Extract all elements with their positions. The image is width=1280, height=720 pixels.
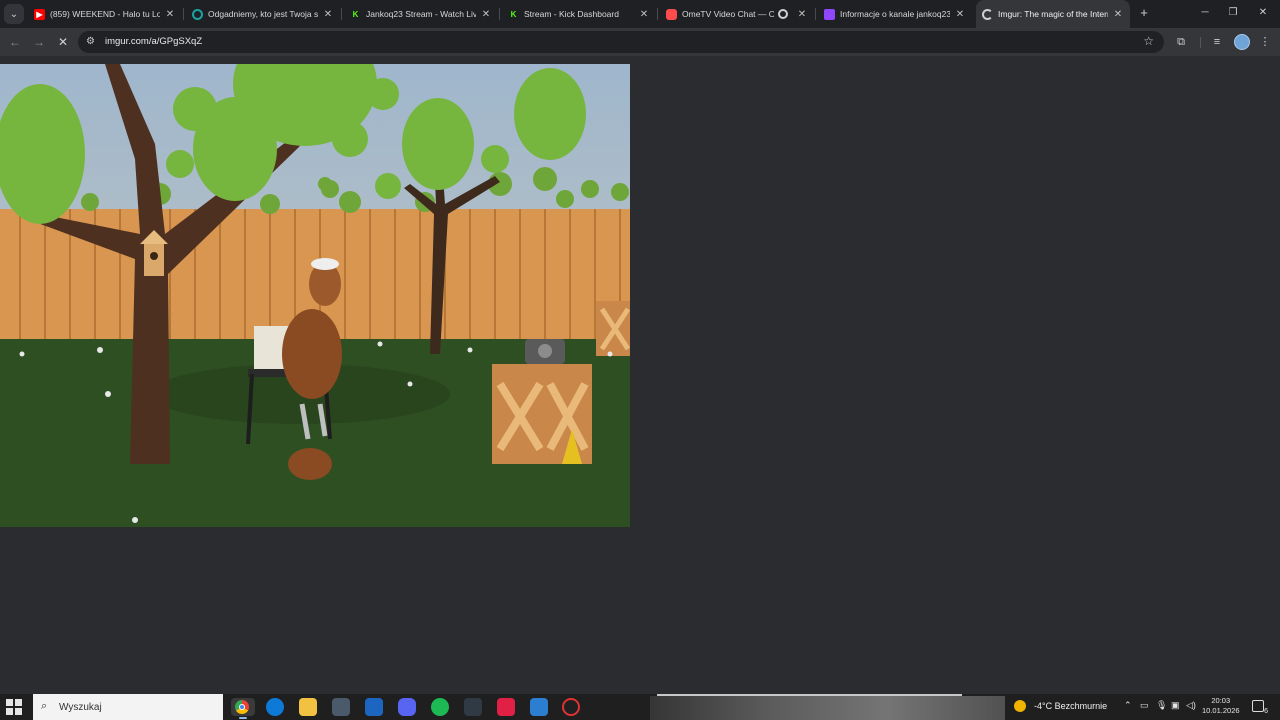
close-icon[interactable]: ✕ xyxy=(480,9,492,20)
microphone-icon[interactable]: 🎙 xyxy=(1156,700,1167,711)
system-clock[interactable]: 20:03 10.01.2026 xyxy=(1202,696,1240,716)
site-info-icon[interactable]: ⚙ xyxy=(86,36,98,48)
weather-widget[interactable]: -4°C Bezchmurnie xyxy=(1014,700,1107,712)
close-icon[interactable]: ✕ xyxy=(1112,9,1124,20)
tab-ometv[interactable]: OmeTV Video Chat — OmeTV ✕ xyxy=(660,0,814,28)
address-bar[interactable]: ⚙ imgur.com/a/GPgSXqZ ☆ xyxy=(78,31,1164,53)
browser-toolbar: ← → ✕ ⚙ imgur.com/a/GPgSXqZ ☆ ⧉ ≡ ⋮ xyxy=(0,28,1280,56)
close-icon[interactable]: ✕ xyxy=(322,9,334,20)
tab-separator xyxy=(341,8,342,20)
tab-title: Odgadniemy, kto jest Twoja sekretna xyxy=(208,9,318,19)
twitch-icon xyxy=(824,8,835,20)
bookmark-star-icon[interactable]: ☆ xyxy=(1143,34,1154,48)
tab-odgadniemy[interactable]: Odgadniemy, kto jest Twoja sekretna ✕ xyxy=(186,0,340,28)
ometv-icon xyxy=(666,8,677,20)
menu-icon[interactable]: ⋮ xyxy=(1257,34,1273,50)
close-icon[interactable]: ✕ xyxy=(638,9,650,20)
weather-text: -4°C Bezchmurnie xyxy=(1034,701,1108,711)
tab-separator xyxy=(815,8,816,20)
tab-weekend[interactable]: ▶ (859) WEEKEND - Halo tu Londyn ✕ xyxy=(28,0,182,28)
tab-title: Stream - Kick Dashboard xyxy=(524,9,619,19)
kick-icon: K xyxy=(352,9,359,19)
media-control-icon[interactable]: ≡ xyxy=(1209,34,1225,50)
toolbar-divider xyxy=(1200,37,1201,48)
page-viewport xyxy=(0,56,1280,694)
discord-icon[interactable] xyxy=(398,698,416,716)
mail-icon[interactable] xyxy=(365,698,383,716)
obs-icon[interactable] xyxy=(562,698,580,716)
clock-time: 20:03 xyxy=(1211,696,1231,705)
close-icon[interactable]: ✕ xyxy=(796,9,808,20)
kick-icon: K xyxy=(510,9,517,19)
moon-icon xyxy=(1014,700,1026,712)
store-icon[interactable] xyxy=(332,698,350,716)
tab-title: OmeTV Video Chat — OmeTV xyxy=(682,9,774,19)
app-blue-icon[interactable] xyxy=(530,698,548,716)
windows-start-icon[interactable] xyxy=(6,699,22,715)
tab-separator xyxy=(499,8,500,20)
q-icon xyxy=(192,8,203,20)
imgur-media-player[interactable] xyxy=(0,64,630,527)
tab-search-button[interactable]: ⌄ xyxy=(4,4,24,24)
clock-date: 10.01.2026 xyxy=(1202,706,1240,715)
stop-loading-button[interactable]: ✕ xyxy=(55,34,71,50)
tab-jankoq23-stream[interactable]: K Jankoq23 Stream - Watch Live ✕ xyxy=(344,0,498,28)
volume-icon[interactable]: ◁) xyxy=(1186,700,1196,711)
app-red-icon[interactable] xyxy=(497,698,515,716)
tab-imgur[interactable]: Imgur: The magic of the Internet ✕ xyxy=(976,0,1130,28)
close-icon[interactable]: ✕ xyxy=(164,9,176,20)
url-text[interactable]: imgur.com/a/GPgSXqZ xyxy=(105,36,202,47)
notification-icon[interactable]: 6 xyxy=(1252,700,1268,715)
tab-title: Informacje o kanale jankoq23 xyxy=(840,9,950,19)
recording-icon xyxy=(778,9,788,19)
search-icon: ⌕ xyxy=(41,700,48,712)
notification-count: 6 xyxy=(1264,708,1268,715)
chrome-taskbar-icon[interactable] xyxy=(231,698,255,719)
chevron-up-icon[interactable]: ⌃ xyxy=(1124,700,1132,711)
tab-title: (859) WEEKEND - Halo tu Londyn xyxy=(50,9,160,19)
taskbar-widget-background xyxy=(650,696,1005,720)
minimize-button[interactable]: ─ xyxy=(1194,4,1216,22)
tab-strip: ⌄ ▶ (859) WEEKEND - Halo tu Londyn ✕ Odg… xyxy=(0,0,1280,28)
extensions-icon[interactable]: ⧉ xyxy=(1173,34,1189,50)
device-icon[interactable]: ▭ xyxy=(1140,700,1149,711)
tab-title: Jankoq23 Stream - Watch Live xyxy=(366,9,476,19)
profile-avatar[interactable] xyxy=(1234,34,1250,50)
tab-title: Imgur: The magic of the Internet xyxy=(998,9,1108,19)
taskbar-search-box[interactable]: ⌕ Wyszukaj xyxy=(33,694,223,720)
spotify-icon[interactable] xyxy=(431,698,449,716)
new-tab-button[interactable]: + xyxy=(1136,5,1152,21)
windows-taskbar: ⌕ Wyszukaj -4°C Bezchmurnie ⌃ ▭ 🎙 ▣ ◁) 2… xyxy=(0,694,1280,720)
tab-separator xyxy=(183,8,184,20)
edge-taskbar-icon[interactable] xyxy=(266,698,284,716)
maximize-button[interactable]: ❐ xyxy=(1222,4,1244,22)
file-explorer-icon[interactable] xyxy=(299,698,317,716)
network-icon[interactable]: ▣ xyxy=(1171,700,1180,711)
loading-icon xyxy=(982,8,993,20)
close-window-button[interactable]: ✕ xyxy=(1252,4,1274,22)
close-icon[interactable]: ✕ xyxy=(954,9,966,20)
tab-separator xyxy=(657,8,658,20)
youtube-icon: ▶ xyxy=(34,8,45,20)
tab-informacje-kanal[interactable]: Informacje o kanale jankoq23 ✕ xyxy=(818,0,972,28)
search-placeholder: Wyszukaj xyxy=(59,702,102,713)
tab-kick-dashboard[interactable]: K Stream - Kick Dashboard ✕ xyxy=(502,0,656,28)
forward-button[interactable]: → xyxy=(31,34,47,50)
back-button[interactable]: ← xyxy=(7,34,23,50)
league-icon[interactable] xyxy=(464,698,482,716)
cartoon-scene-image xyxy=(0,64,630,527)
